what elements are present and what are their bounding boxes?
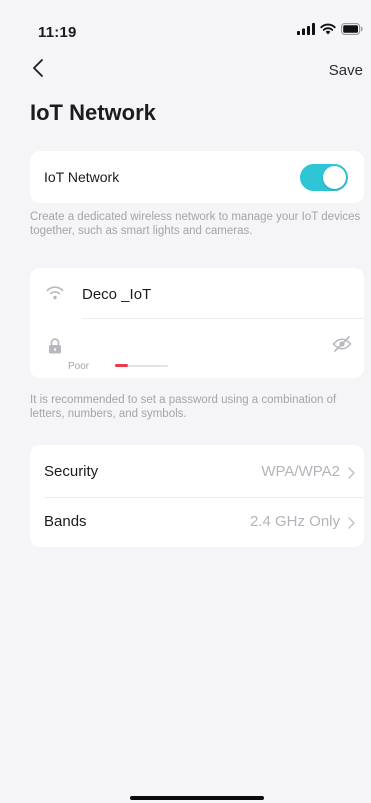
- ssid-field[interactable]: Deco _IoT: [82, 286, 151, 303]
- nav-bar: Save: [0, 52, 371, 88]
- status-time: 11:19: [38, 24, 77, 41]
- iot-network-toggle[interactable]: [300, 164, 348, 191]
- bands-label: Bands: [44, 513, 87, 530]
- security-label: Security: [44, 463, 99, 480]
- password-strength-fill: [115, 364, 129, 367]
- settings-card: Security WPA/WPA2 Bands 2.4 GHz Only: [30, 445, 364, 547]
- home-indicator[interactable]: [130, 796, 264, 800]
- page-title: IoT Network: [30, 100, 156, 125]
- iot-network-card: IoT Network: [30, 151, 364, 203]
- wifi-icon: [44, 284, 66, 305]
- password-strength-label: Poor: [68, 361, 90, 372]
- iot-network-hint: Create a dedicated wireless network to m…: [30, 211, 361, 237]
- signal-icon: [297, 22, 315, 40]
- bands-value: 2.4 GHz Only: [249, 513, 340, 530]
- chevron-left-icon: [32, 58, 44, 83]
- password-input[interactable]: [82, 330, 306, 356]
- password-hint: It is recommended to set a password usin…: [30, 394, 337, 420]
- eye-off-icon[interactable]: [332, 336, 352, 357]
- chevron-right-icon: [348, 516, 355, 534]
- status-icons: [297, 22, 363, 40]
- security-value: WPA/WPA2: [261, 463, 340, 480]
- password-strength-bar: [115, 364, 168, 367]
- lock-icon: [48, 338, 62, 359]
- toggle-knob: [323, 166, 346, 189]
- save-button[interactable]: Save: [329, 62, 363, 79]
- chevron-right-icon: [348, 466, 355, 484]
- back-button[interactable]: [24, 56, 52, 84]
- wifi-icon: [320, 22, 336, 40]
- battery-icon: [341, 22, 363, 40]
- credentials-card: Deco _IoT Poor: [30, 268, 364, 378]
- divider: [82, 318, 364, 319]
- status-bar: 11:19: [0, 0, 371, 44]
- iot-network-label: IoT Network: [44, 169, 120, 185]
- security-row[interactable]: Security WPA/WPA2: [30, 447, 364, 498]
- bands-row[interactable]: Bands 2.4 GHz Only: [30, 497, 364, 545]
